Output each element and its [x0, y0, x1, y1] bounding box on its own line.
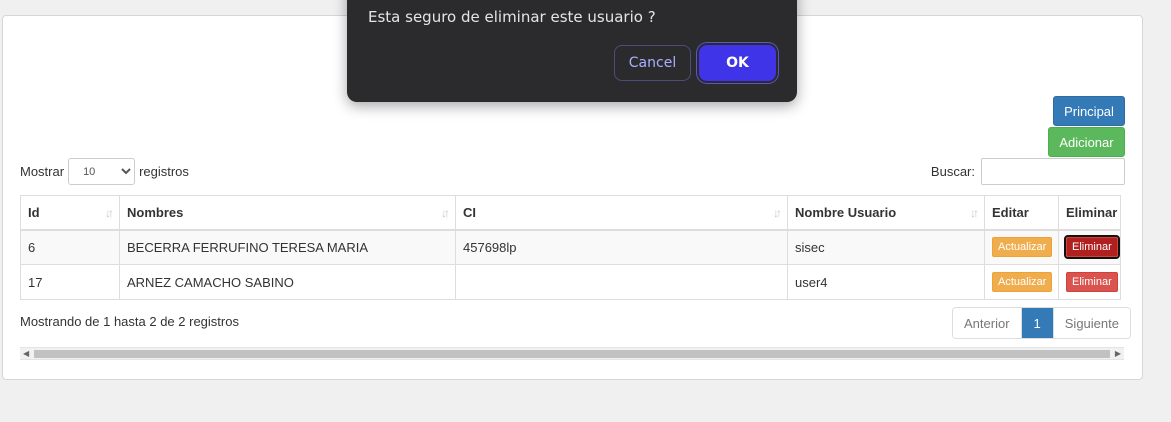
column-header-id[interactable]: Id ↓↑ — [20, 195, 120, 231]
cell-id: 17 — [20, 264, 120, 300]
dialog-message: Esta seguro de eliminar este usuario ? — [368, 8, 656, 26]
column-header-editar: Editar — [984, 195, 1059, 231]
table-row: 17 ARNEZ CAMACHO SABINO user4 Actualizar… — [20, 264, 1121, 300]
cell-ci: 457698lp — [455, 229, 788, 265]
scroll-right-icon[interactable]: ▶ — [1115, 348, 1121, 360]
page-length-select[interactable]: 10 — [68, 158, 136, 185]
search-input[interactable] — [981, 158, 1125, 185]
dialog-ok-button[interactable]: OK — [699, 45, 776, 81]
pagination-next[interactable]: Siguiente — [1053, 308, 1130, 338]
cell-ci — [455, 264, 788, 300]
cell-usuario: user4 — [787, 264, 985, 300]
principal-button[interactable]: Principal — [1053, 96, 1125, 126]
actualizar-button[interactable]: Actualizar — [992, 237, 1053, 258]
scrollbar-thumb[interactable] — [34, 350, 1110, 358]
users-table: Id ↓↑ Nombres ↓↑ CI ↓↑ Nombre Usuario ↓↑ Edi… — [20, 195, 1121, 300]
sort-icon: ↓↑ — [441, 206, 450, 220]
eliminar-button[interactable]: Eliminar — [1066, 272, 1118, 292]
actualizar-button[interactable]: Actualizar — [992, 272, 1053, 292]
pagination-prev[interactable]: Anterior — [953, 308, 1022, 338]
table-header-row: Id ↓↑ Nombres ↓↑ CI ↓↑ Nombre Usuario ↓↑ Edi… — [20, 195, 1121, 231]
cell-usuario: sisec — [787, 229, 985, 265]
column-header-eliminar: Eliminar — [1058, 195, 1121, 231]
length-control: Mostrar 10 registros — [20, 158, 189, 185]
pagination: Anterior 1 Siguiente — [952, 307, 1131, 339]
table-row: 6 BECERRA FERRUFINO TERESA MARIA 457698l… — [20, 229, 1121, 265]
confirm-dialog: Esta seguro de eliminar este usuario ? C… — [347, 0, 797, 102]
search-control: Buscar: — [931, 158, 1125, 185]
length-prefix-label: Mostrar — [20, 164, 65, 179]
dialog-cancel-button[interactable]: Cancel — [614, 45, 691, 81]
eliminar-button[interactable]: Eliminar — [1064, 235, 1120, 260]
sort-icon: ↓↑ — [970, 206, 979, 220]
column-header-ci[interactable]: CI ↓↑ — [455, 195, 788, 231]
search-label: Buscar: — [930, 164, 975, 179]
sort-icon: ↓↑ — [773, 206, 782, 220]
length-suffix-label: registros — [139, 164, 189, 179]
sort-icon: ↓↑ — [105, 206, 114, 220]
table-info: Mostrando de 1 hasta 2 de 2 registros — [20, 314, 239, 329]
column-header-nombres[interactable]: Nombres ↓↑ — [119, 195, 456, 231]
horizontal-scrollbar[interactable]: ◀ ▶ — [20, 347, 1124, 360]
pagination-page-1[interactable]: 1 — [1021, 308, 1054, 338]
column-header-nombre-usuario[interactable]: Nombre Usuario ↓↑ — [787, 195, 985, 231]
cell-nombres: BECERRA FERRUFINO TERESA MARIA — [119, 229, 456, 265]
scroll-left-icon[interactable]: ◀ — [23, 348, 29, 360]
cell-id: 6 — [20, 229, 120, 265]
cell-nombres: ARNEZ CAMACHO SABINO — [119, 264, 456, 300]
adicionar-button[interactable]: Adicionar — [1048, 127, 1125, 157]
